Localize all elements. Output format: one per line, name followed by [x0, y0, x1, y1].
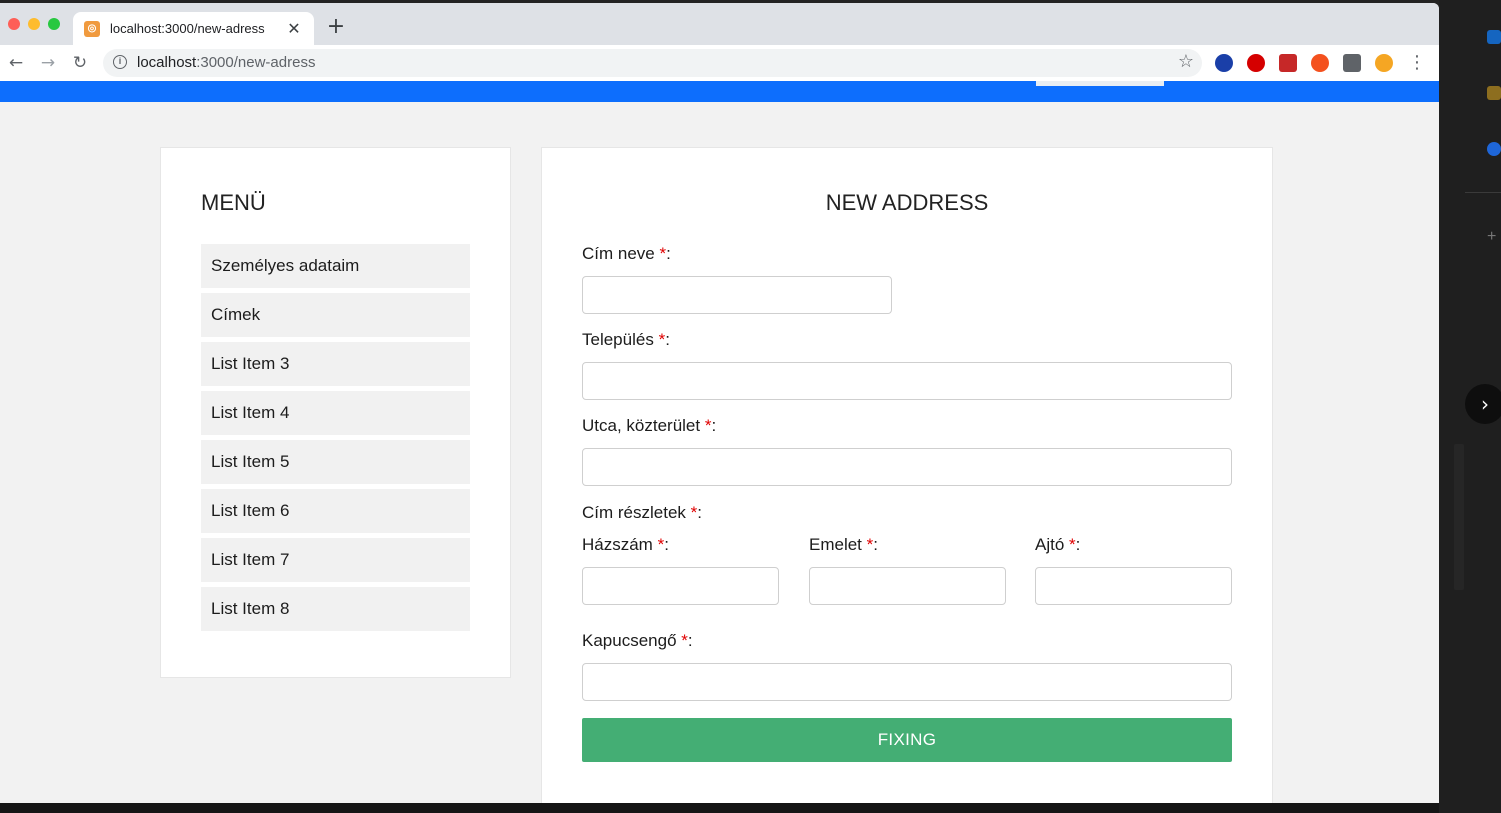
menu-item-6[interactable]: List Item 6	[201, 489, 470, 533]
add-icon: +	[1487, 228, 1497, 245]
street-label: Utca, közterület *:	[582, 416, 716, 436]
door-label: Ajtó *:	[1035, 535, 1080, 555]
house-number-input[interactable]	[582, 567, 779, 605]
label-text: Ajtó	[1035, 535, 1065, 554]
fixing-button[interactable]: FIXING	[582, 718, 1232, 762]
reload-icon[interactable]: ↻	[68, 51, 92, 75]
url-host: localhost	[137, 54, 197, 71]
window-bottom-edge	[0, 803, 1439, 813]
menu-item-7[interactable]: List Item 7	[201, 538, 470, 582]
city-input[interactable]	[582, 362, 1232, 400]
app-icon	[1487, 86, 1501, 100]
close-tab-icon[interactable]: ✕	[284, 19, 304, 38]
label-colon: :	[873, 535, 879, 554]
address-name-input[interactable]	[582, 276, 892, 314]
city-label: Település *:	[582, 330, 670, 350]
browser-menu-icon[interactable]: ⋮	[1408, 51, 1426, 75]
browser-tab[interactable]: ◎ localhost:3000/new-adress ✕	[73, 12, 314, 45]
menu-list: Személyes adataim Címek List Item 3 List…	[201, 244, 470, 636]
label-colon: :	[687, 631, 693, 650]
ext-red-icon[interactable]	[1247, 54, 1265, 72]
label-text: Cím neve	[582, 244, 655, 263]
label-text: Utca, közterület	[582, 416, 701, 435]
floor-input[interactable]	[809, 567, 1006, 605]
puzzle-icon[interactable]	[1343, 54, 1361, 72]
close-window-button[interactable]	[8, 18, 20, 30]
label-colon: :	[666, 244, 671, 263]
tab-title: localhost:3000/new-adress	[110, 21, 265, 36]
required-mark: *	[1069, 535, 1076, 554]
label-colon: :	[711, 416, 717, 435]
label-text: Házszám	[582, 535, 653, 554]
bookmark-star-icon[interactable]: ☆	[1178, 51, 1194, 72]
address-name-label: Cím neve *:	[582, 244, 671, 264]
label-colon: :	[697, 503, 703, 522]
required-mark: *	[681, 631, 688, 650]
house-number-label: Házszám *:	[582, 535, 669, 555]
menu-item-addresses[interactable]: Címek	[201, 293, 470, 337]
minimize-window-button[interactable]	[28, 18, 40, 30]
doorbell-input[interactable]	[582, 663, 1232, 701]
menu-item-4[interactable]: List Item 4	[201, 391, 470, 435]
label-colon: :	[1075, 535, 1081, 554]
label-colon: :	[664, 535, 669, 554]
doorbell-label: Kapucsengő *:	[582, 631, 693, 651]
ext-grid-icon[interactable]	[1279, 54, 1297, 72]
label-text: Emelet	[809, 535, 862, 554]
info-icon[interactable]: i	[113, 55, 127, 69]
new-address-form: NEW ADDRESS Cím neve *: Település *: Utc…	[541, 147, 1273, 806]
address-details-label: Cím részletek *:	[582, 503, 702, 523]
ext-blue-icon[interactable]	[1215, 54, 1233, 72]
browser-window: ◎ localhost:3000/new-adress ✕ + ← → ↻ i …	[0, 3, 1439, 806]
forward-icon[interactable]: →	[36, 51, 60, 75]
back-icon[interactable]: ←	[4, 51, 28, 75]
site-header-bar	[0, 81, 1439, 102]
label-text: Cím részletek	[582, 503, 686, 522]
header-image	[1036, 81, 1164, 86]
new-tab-button[interactable]: +	[325, 15, 347, 39]
menu-item-5[interactable]: List Item 5	[201, 440, 470, 484]
maximize-window-button[interactable]	[48, 18, 60, 30]
browser-toolbar: ← → ↻ i localhost:3000/new-adress ☆ ⋮	[0, 45, 1439, 81]
floor-label: Emelet *:	[809, 535, 878, 555]
address-bar[interactable]: i localhost:3000/new-adress ☆	[103, 49, 1202, 77]
form-title: NEW ADDRESS	[825, 190, 989, 215]
label-text: Kapucsengő	[582, 631, 677, 650]
menu-title: MENÜ	[201, 190, 266, 215]
menu-item-personal-data[interactable]: Személyes adataim	[201, 244, 470, 288]
label-colon: :	[665, 330, 670, 349]
menu-item-3[interactable]: List Item 3	[201, 342, 470, 386]
chevron-right-icon[interactable]: ›	[1465, 384, 1501, 424]
ext-flame-icon[interactable]	[1311, 54, 1329, 72]
scrollbar[interactable]	[1454, 444, 1464, 590]
check-icon	[1487, 142, 1501, 156]
ext-orange-icon[interactable]	[1375, 54, 1393, 72]
url-text: localhost:3000/new-adress	[137, 54, 315, 71]
menu-item-8[interactable]: List Item 8	[201, 587, 470, 631]
divider	[1465, 192, 1501, 193]
door-input[interactable]	[1035, 567, 1232, 605]
street-input[interactable]	[582, 448, 1232, 486]
page-content: MENÜ Személyes adataim Címek List Item 3…	[0, 81, 1439, 806]
tab-bar: ◎ localhost:3000/new-adress ✕ +	[0, 3, 1439, 45]
app-icon	[1487, 30, 1501, 44]
url-path: :3000/new-adress	[196, 54, 316, 71]
label-text: Település	[582, 330, 654, 349]
favicon-icon: ◎	[84, 20, 100, 37]
menu-card: MENÜ Személyes adataim Címek List Item 3…	[160, 147, 511, 678]
